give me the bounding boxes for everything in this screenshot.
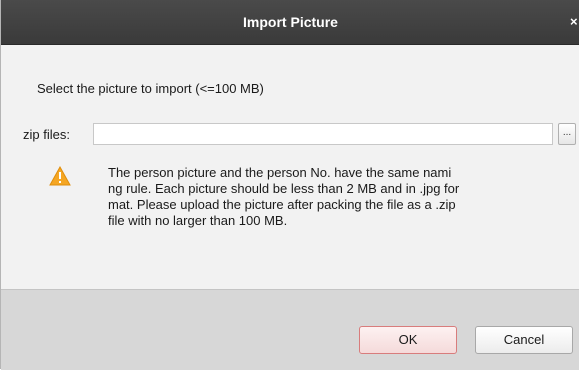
browse-button[interactable]: ...	[558, 123, 576, 145]
warning-icon	[49, 166, 71, 186]
zip-file-path-input[interactable]	[93, 123, 553, 145]
ok-button[interactable]: OK	[359, 326, 457, 354]
cancel-button[interactable]: Cancel	[475, 326, 573, 354]
note-line: file with no larger than 100 MB.	[108, 213, 288, 228]
dialog-body: Select the picture to import (<=100 MB) …	[1, 45, 579, 289]
dialog-titlebar[interactable]: Import Picture ×	[1, 0, 579, 45]
instruction-text: Select the picture to import (<=100 MB)	[37, 81, 264, 96]
zip-files-label: zip files:	[23, 127, 70, 142]
dialog-title: Import Picture	[243, 14, 338, 30]
naming-rule-note: The person picture and the person No. ha…	[108, 165, 560, 229]
note-line: ng rule. Each picture should be less tha…	[108, 181, 460, 196]
note-line: mat. Please upload the picture after pac…	[108, 197, 456, 212]
dialog-footer: OK Cancel	[1, 289, 579, 370]
close-icon[interactable]: ×	[570, 14, 579, 30]
import-picture-dialog: Import Picture × Select the picture to i…	[0, 0, 579, 370]
note-line: The person picture and the person No. ha…	[108, 165, 452, 180]
